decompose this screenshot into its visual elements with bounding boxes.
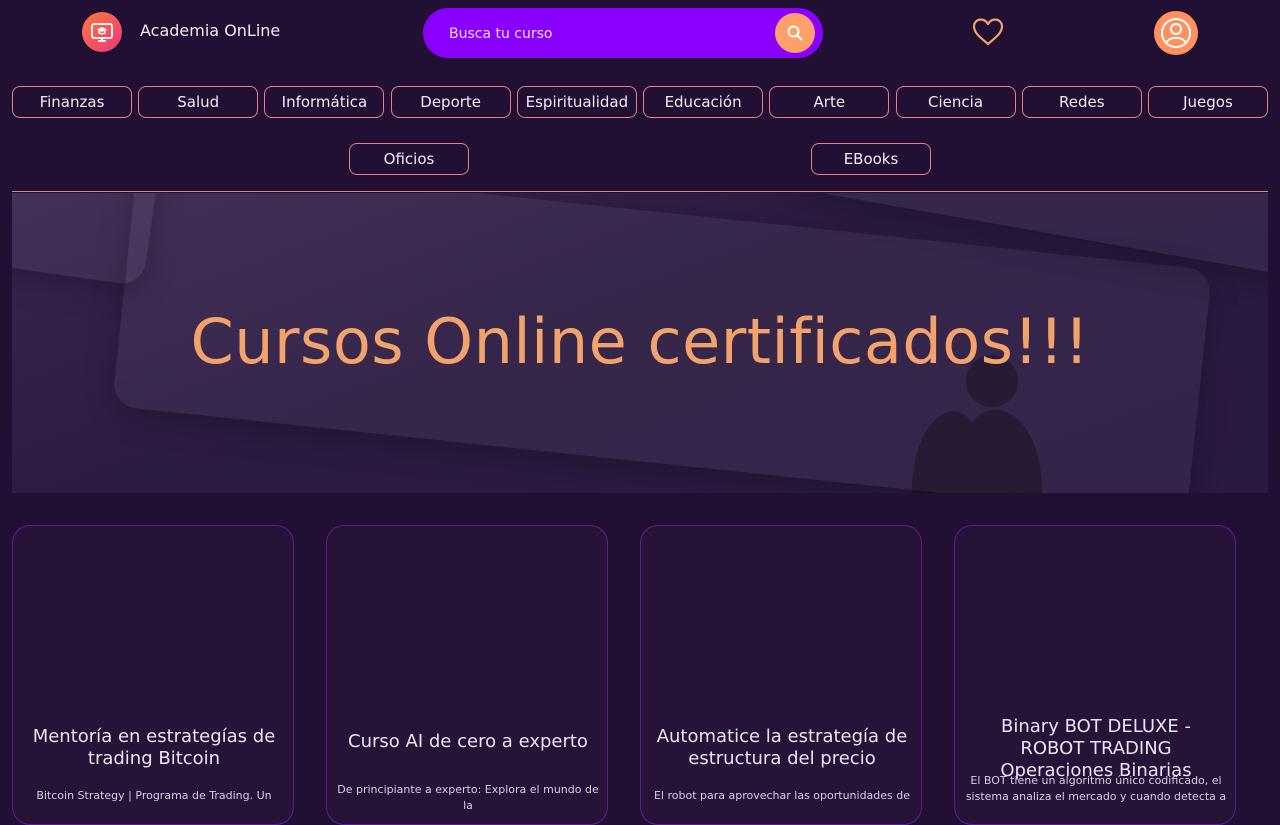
category-button-salud[interactable]: Salud — [138, 86, 259, 118]
course-description: De principiante a experto: Explora el mu… — [337, 783, 599, 812]
course-description: El robot para aprovechar las oportunidad… — [653, 789, 911, 802]
category-nav: Finanzas Salud Informática Deporte Espir… — [12, 86, 1268, 118]
heart-icon[interactable] — [971, 16, 1005, 48]
category-button-espiritualidad[interactable]: Espiritualidad — [516, 86, 637, 118]
logo[interactable] — [82, 12, 122, 52]
hero-title: Cursos Online certificados!!! — [190, 305, 1090, 378]
course-card[interactable]: Automatice la estrategía de estructura d… — [640, 525, 922, 825]
category-button-redes[interactable]: Redes — [1021, 86, 1142, 118]
user-account-button[interactable] — [1154, 11, 1198, 55]
course-card[interactable]: Curso AI de cero a experto De principian… — [326, 525, 608, 825]
keyboard-key-image — [12, 193, 160, 287]
hero-banner: Cursos Online certificados!!! — [12, 193, 1268, 493]
course-title[interactable]: Automatice la estrategía de estructura d… — [653, 726, 911, 770]
course-title[interactable]: Curso AI de cero a experto — [339, 731, 597, 753]
category-button-oficios[interactable]: Oficios — [349, 143, 469, 175]
category-button-ciencia[interactable]: Ciencia — [895, 86, 1016, 118]
course-card[interactable]: Binary BOT DELUXE - ROBOT TRADING Operac… — [954, 525, 1236, 825]
category-button-educacion[interactable]: Educación — [643, 86, 764, 118]
search-button[interactable] — [775, 13, 815, 53]
search-icon — [787, 25, 803, 41]
category-button-finanzas[interactable]: Finanzas — [12, 86, 132, 118]
category-button-arte[interactable]: Arte — [769, 86, 890, 118]
user-icon — [1161, 18, 1191, 48]
search-bar — [423, 8, 823, 58]
category-button-informatica[interactable]: Informática — [264, 86, 385, 118]
graduation-monitor-icon — [91, 23, 113, 42]
course-description: Bitcoin Strategy | Programa de Trading. … — [36, 789, 272, 802]
category-button-ebooks[interactable]: EBooks — [811, 143, 931, 175]
search-input[interactable] — [447, 20, 781, 48]
course-description: El BOT tiene un algoritmo único codifica… — [965, 774, 1227, 803]
brand-name[interactable]: Academia OnLine — [140, 21, 280, 40]
course-title[interactable]: Mentoría en estrategías de trading Bitco… — [25, 726, 283, 770]
category-button-deporte[interactable]: Deporte — [390, 86, 511, 118]
course-card[interactable]: Mentoría en estrategías de trading Bitco… — [12, 525, 294, 825]
divider — [12, 191, 1268, 192]
category-button-juegos[interactable]: Juegos — [1147, 86, 1268, 118]
header: Academia OnLine — [0, 0, 1280, 66]
